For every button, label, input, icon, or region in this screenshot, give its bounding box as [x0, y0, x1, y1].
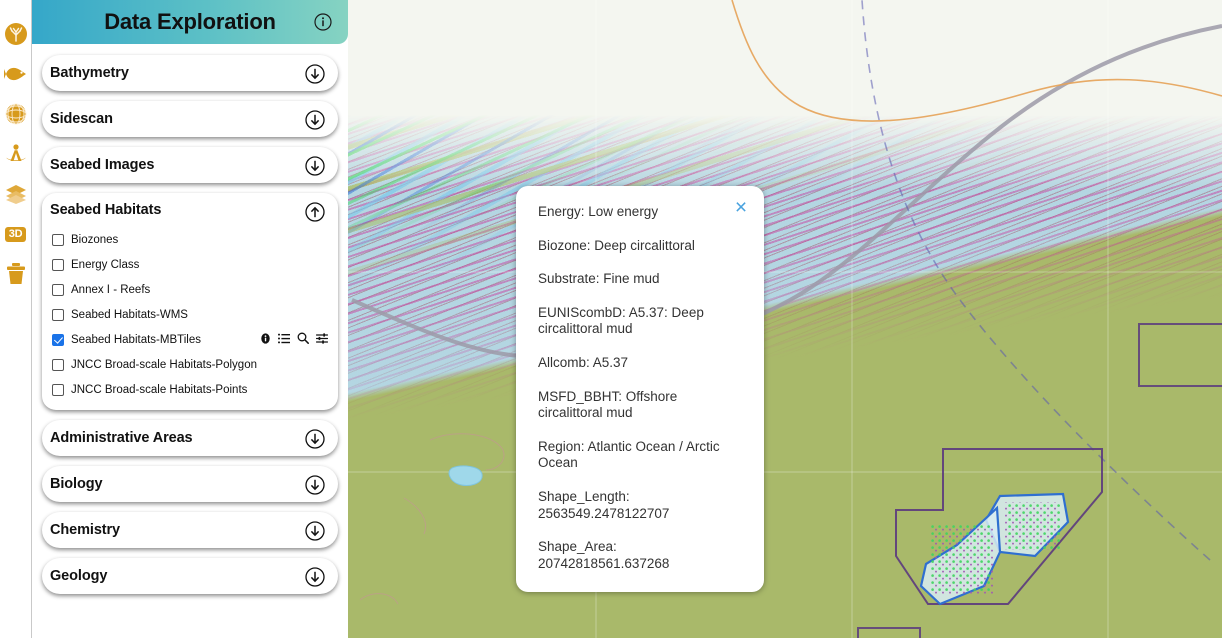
seabed-habitats-layer-list: Biozones Energy Class Annex I - Reefs Se… — [42, 227, 338, 402]
popup-field-biozone: Biozone: Deep circalittoral — [538, 237, 695, 253]
layer-label: JNCC Broad-scale Habitats-Points — [71, 383, 248, 396]
left-icon-rail: 3D — [0, 0, 32, 638]
section-title: Sidescan — [50, 111, 113, 127]
section-administrative-areas[interactable]: Administrative Areas — [42, 420, 338, 456]
three-d-icon[interactable]: 3D — [4, 222, 28, 246]
section-title: Biology — [50, 476, 103, 492]
section-title: Seabed Habitats — [50, 202, 162, 218]
section-header[interactable]: Bathymetry — [42, 55, 338, 91]
legend-icon[interactable] — [278, 331, 290, 349]
layer-item-energy-class[interactable]: Energy Class — [52, 252, 328, 277]
page-title: Data Exploration — [104, 9, 276, 34]
layer-tool-group — [260, 331, 329, 349]
section-biology[interactable]: Biology — [42, 466, 338, 502]
fish-icon[interactable] — [3, 62, 28, 86]
section-sidescan[interactable]: Sidescan — [42, 101, 338, 137]
section-chemistry[interactable]: Chemistry — [42, 512, 338, 548]
section-header[interactable]: Administrative Areas — [42, 420, 338, 456]
layer-item-seabed-habitats-mbtiles[interactable]: Seabed Habitats-MBTiles — [52, 327, 329, 352]
popup-field-euniscombd: EUNIScombD: A5.37: Deep circalittoral mu… — [538, 304, 704, 337]
info-icon[interactable] — [260, 331, 271, 349]
section-title: Chemistry — [50, 522, 121, 538]
layer-item-biozones[interactable]: Biozones — [52, 227, 328, 252]
panel-header: Data Exploration — [32, 0, 348, 44]
three-d-label: 3D — [4, 226, 27, 242]
layer-checkbox[interactable] — [52, 383, 64, 396]
section-header[interactable]: Biology — [42, 466, 338, 502]
section-bathymetry[interactable]: Bathymetry — [42, 55, 338, 91]
layer-item-jncc-broad-scale-habitats-points[interactable]: JNCC Broad-scale Habitats-Points — [52, 377, 328, 402]
layer-item-seabed-habitats-wms[interactable]: Seabed Habitats-WMS — [52, 302, 328, 327]
section-title: Bathymetry — [50, 65, 129, 81]
compass-icon[interactable] — [4, 142, 28, 166]
section-seabed-habitats[interactable]: Seabed Habitats Biozones Energy Class An… — [42, 193, 338, 410]
panel-sections: Bathymetry Sidescan Seabed Images Seabed… — [32, 44, 348, 638]
arrow-down-icon[interactable] — [305, 429, 325, 449]
popup-field-energy: Energy: Low energy — [538, 204, 659, 219]
layer-checkbox[interactable] — [52, 333, 64, 346]
filter-icon[interactable] — [315, 331, 329, 349]
section-title: Administrative Areas — [50, 430, 193, 446]
section-title: Seabed Images — [50, 157, 155, 173]
popup-field-allcomb: Allcomb: A5.37 — [538, 354, 629, 370]
layer-label: Biozones — [71, 233, 119, 246]
popup-field-region: Region: Atlantic Ocean / Arctic Ocean — [538, 438, 720, 471]
section-geology[interactable]: Geology — [42, 558, 338, 594]
popup-field-shape-area: Shape_Area: 20742818561.637268 — [538, 539, 670, 571]
trash-icon[interactable] — [4, 262, 28, 286]
arrow-down-icon[interactable] — [305, 64, 325, 84]
layer-item-annex-i-reefs[interactable]: Annex I - Reefs — [52, 277, 328, 302]
section-seabed-images[interactable]: Seabed Images — [42, 147, 338, 183]
layers-icon[interactable] — [4, 182, 28, 206]
section-header[interactable]: Seabed Habitats — [42, 193, 338, 227]
coral-icon[interactable] — [4, 22, 28, 46]
section-header[interactable]: Geology — [42, 558, 338, 594]
close-icon[interactable]: × — [730, 196, 752, 218]
sphere-icon[interactable] — [4, 102, 28, 126]
application-window: 3D Data Exploration Bathymetry Sidescan … — [0, 0, 1222, 638]
layer-checkbox[interactable] — [52, 308, 64, 321]
arrow-down-icon[interactable] — [305, 110, 325, 130]
layer-label: Seabed Habitats-WMS — [71, 308, 188, 321]
layer-checkbox[interactable] — [52, 258, 64, 271]
layer-checkbox[interactable] — [52, 358, 64, 371]
layer-label: Energy Class — [71, 258, 140, 271]
arrow-down-icon[interactable] — [305, 475, 325, 495]
section-header[interactable]: Seabed Images — [42, 147, 338, 183]
layer-checkbox[interactable] — [52, 233, 64, 246]
feature-info-popup: × Energy: Low energy Biozone: Deep circa… — [516, 186, 764, 592]
arrow-down-icon[interactable] — [305, 521, 325, 541]
section-header[interactable]: Chemistry — [42, 512, 338, 548]
layer-label: Seabed Habitats-MBTiles — [71, 333, 201, 346]
info-circle-icon[interactable] — [314, 13, 332, 31]
layer-label: JNCC Broad-scale Habitats-Polygon — [71, 358, 257, 371]
search-icon[interactable] — [297, 331, 309, 349]
popup-field-shape-length: Shape_Length: 2563549.2478122707 — [538, 488, 670, 521]
section-header[interactable]: Sidescan — [42, 101, 338, 137]
layer-item-jncc-broad-scale-habitats-polygon[interactable]: JNCC Broad-scale Habitats-Polygon — [52, 352, 328, 377]
popup-field-msfd-bbht: MSFD_BBHT: Offshore circalittoral mud — [538, 388, 678, 421]
arrow-down-icon[interactable] — [305, 567, 325, 587]
arrow-down-icon[interactable] — [305, 156, 325, 176]
data-exploration-panel: Data Exploration Bathymetry Sidescan Sea… — [32, 0, 348, 638]
popup-field-substrate: Substrate: Fine mud — [538, 271, 660, 287]
section-title: Geology — [50, 568, 108, 584]
layer-checkbox[interactable] — [52, 283, 64, 296]
layer-label: Annex I - Reefs — [71, 283, 151, 296]
arrow-up-icon[interactable] — [305, 202, 325, 222]
